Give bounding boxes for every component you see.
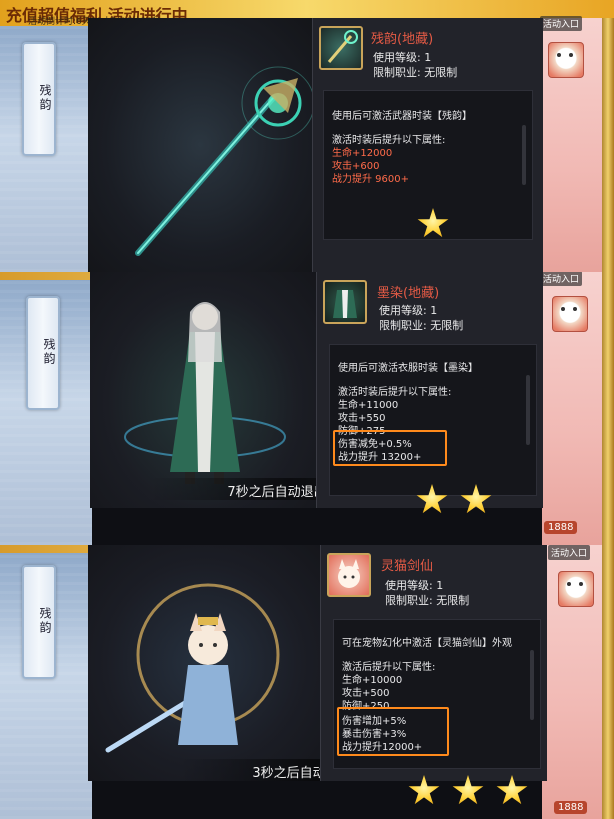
item-level: 使用等级: 1 <box>373 51 432 64</box>
coin-counter: 1888 <box>544 521 578 534</box>
side-tab-label: 残韵 <box>38 607 52 635</box>
description-scrollbar[interactable] <box>522 125 526 185</box>
event-entry-label[interactable]: 活动入口 <box>540 272 583 286</box>
pet-avatar-icon[interactable] <box>552 296 588 332</box>
side-tab[interactable]: 残韵 <box>22 42 56 156</box>
reward-panel-1: 充值超值福利 活动进行中 残韵 活动倒计时:6天19小时06分33秒 活动入口 … <box>0 0 614 272</box>
item-level: 使用等级: 1 <box>379 304 438 317</box>
pet-avatar-icon[interactable] <box>548 42 584 78</box>
preview-area <box>90 272 316 508</box>
item-description: 使用后可激活武器时装【残韵】 <box>332 111 472 122</box>
side-tab-label: 残韵 <box>42 338 56 366</box>
description-scrollbar[interactable] <box>526 375 530 445</box>
pet-avatar-icon[interactable] <box>558 571 594 607</box>
item-class-restriction: 限制职业: 无限制 <box>385 594 470 607</box>
coin-counter: 1888 <box>554 801 588 814</box>
robe-costume-icon <box>323 280 367 324</box>
item-detail-card: 墨染(地藏) 使用等级: 1 限制职业: 无限制 使用后可激活衣服时装【墨染】 … <box>316 272 543 508</box>
pet-model <box>105 583 280 753</box>
item-detail-card: 残韵(地藏) 使用等级: 1 限制职业: 无限制 使用后可激活武器时装【残韵】 … <box>312 18 543 272</box>
item-class-restriction: 限制职业: 无限制 <box>379 319 464 332</box>
item-name: 灵猫剑仙 <box>381 559 434 574</box>
side-tab[interactable]: 残韵 <box>26 296 60 410</box>
item-description-box: 使用后可激活武器时装【残韵】 激活时装后提升以下属性: 生命+12000 攻击+… <box>323 90 533 240</box>
event-entry-label[interactable]: 活动入口 <box>540 16 583 31</box>
item-level: 使用等级: 1 <box>385 579 444 592</box>
character-model <box>124 302 286 484</box>
event-entry-label[interactable]: 活动入口 <box>548 545 591 560</box>
side-tab[interactable]: 残韵 <box>22 565 56 679</box>
attr-line: 战力提升 9600+ <box>332 174 410 185</box>
reward-panel-2: 残韵 活动入口 1888 7秒之后自动退出副本 墨染(地藏) 使用等级: 1 限… <box>0 272 614 545</box>
side-tab-label: 残韵 <box>38 84 52 112</box>
preview-area <box>88 545 320 781</box>
staff-model <box>135 66 312 256</box>
preview-area <box>88 18 312 272</box>
staff-icon <box>319 26 363 70</box>
item-description: 使用后可激活衣服时装【墨染】 <box>338 363 478 374</box>
item-detail-card: 灵猫剑仙 使用等级: 1 限制职业: 无限制 可在宠物幻化中激活【灵猫剑仙】外观… <box>320 545 547 781</box>
cat-swordsman-icon <box>327 553 371 597</box>
item-description-box: 可在宠物幻化中激活【灵猫剑仙】外观 激活后提升以下属性: 生命+10000 攻击… <box>333 619 541 769</box>
highlight-box <box>333 430 447 466</box>
reward-panel-3: 残韵 活动入口 1888 3秒之后自动退出副本 灵猫剑仙 使用等级: 1 限制职… <box>0 545 614 819</box>
highlight-box <box>337 707 449 756</box>
item-description: 可在宠物幻化中激活【灵猫剑仙】外观 <box>342 638 512 649</box>
item-name: 墨染(地藏) <box>377 286 440 301</box>
item-name: 残韵(地藏) <box>371 32 434 47</box>
description-scrollbar[interactable] <box>530 650 534 720</box>
item-description-box: 使用后可激活衣服时装【墨染】 激活时装后提升以下属性: 生命+11000 攻击+… <box>329 344 537 496</box>
item-class-restriction: 限制职业: 无限制 <box>373 66 458 79</box>
